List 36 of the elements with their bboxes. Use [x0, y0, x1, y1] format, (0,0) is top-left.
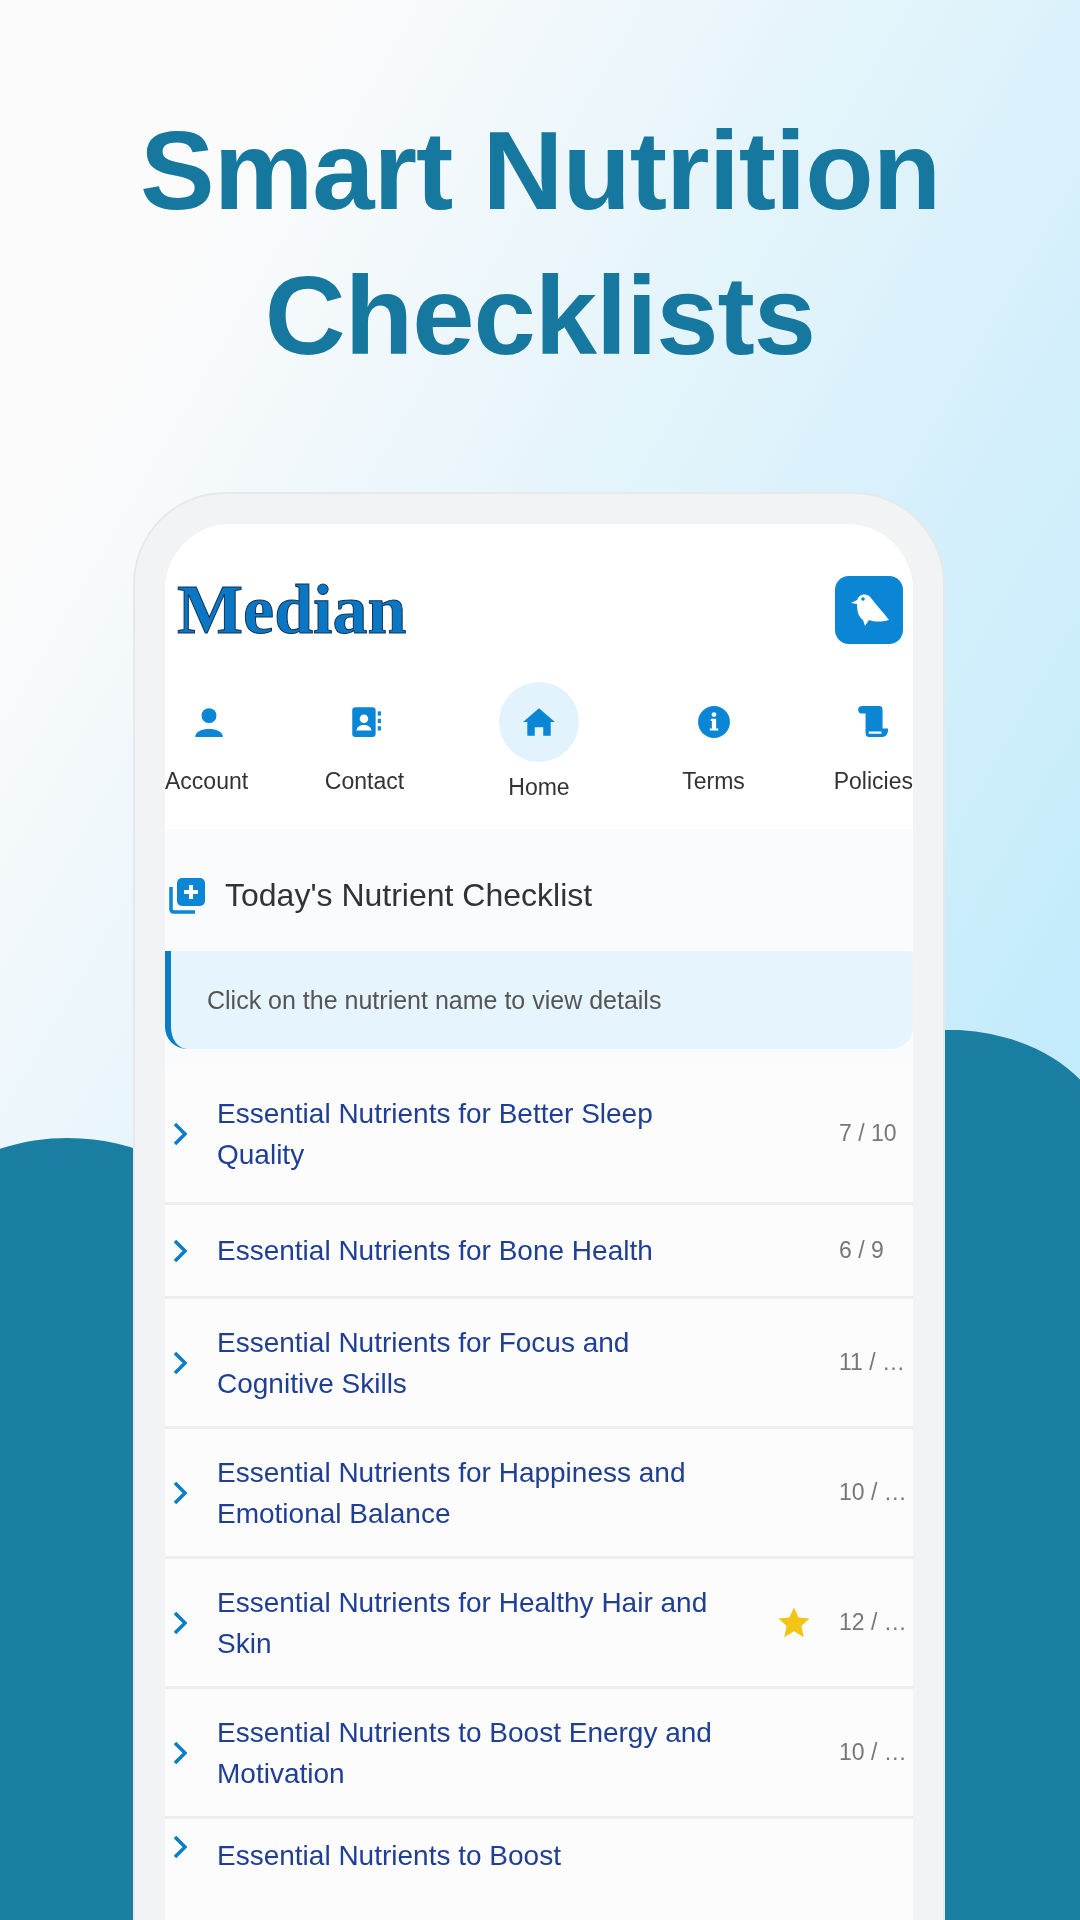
nav-tab[interactable]: Policies [813, 682, 913, 801]
progress-count: 7 / 10 [839, 1120, 898, 1147]
nav-tab[interactable]: Account [165, 682, 265, 801]
nav-tab[interactable]: Home [464, 682, 614, 801]
section-title: Today's Nutrient Checklist [225, 876, 593, 914]
progress-count: 11 / … [839, 1349, 905, 1376]
checklist-title[interactable]: Essential Nutrients for Bone Health [217, 1230, 717, 1271]
chevron-icon [173, 1350, 187, 1375]
app-logo: Median [177, 570, 407, 650]
progress-count: 10 / … [839, 1479, 905, 1506]
headline: Checklists [264, 252, 816, 380]
scroll-icon [856, 705, 890, 739]
info-icon [696, 705, 731, 739]
headline: Smart Nutrition [139, 107, 941, 235]
checklist-title[interactable]: Essential Nutrients for Better Sleep Quality [217, 1092, 717, 1175]
checklist-title[interactable]: Essential Nutrients for Happiness and Emotional Balance [217, 1451, 717, 1534]
nav-tab[interactable]: Terms [638, 682, 789, 801]
checklist-title[interactable]: Essential Nutrients for Healthy Hair and Skin [217, 1581, 717, 1664]
checklist-title[interactable]: Essential Nutrients to Boost Energy and Motivation [217, 1711, 717, 1794]
nav-tab[interactable]: Contact [289, 682, 440, 801]
person-icon [192, 705, 226, 739]
hint-text: Click on the nutrient name to view details [207, 985, 662, 1015]
progress-count: 6 / 9 [839, 1237, 885, 1264]
chevron-icon [173, 1610, 187, 1635]
chevron-icon [173, 1835, 187, 1859]
chevron-icon [173, 1121, 187, 1146]
bird-icon[interactable] [835, 576, 903, 644]
checklist-title[interactable]: Essential Nutrients for Focus and Cognitive Skills [217, 1321, 717, 1404]
checklist-title[interactable]: Essential Nutrients to Boost [217, 1835, 717, 1876]
chevron-icon [173, 1740, 187, 1765]
chevron-icon [173, 1480, 187, 1505]
add-stack-icon[interactable] [167, 875, 207, 915]
progress-count: 10 / … [839, 1739, 905, 1766]
chevron-icon [173, 1238, 187, 1263]
star-icon[interactable] [777, 1605, 811, 1640]
progress-count: 12 / … [839, 1609, 905, 1636]
